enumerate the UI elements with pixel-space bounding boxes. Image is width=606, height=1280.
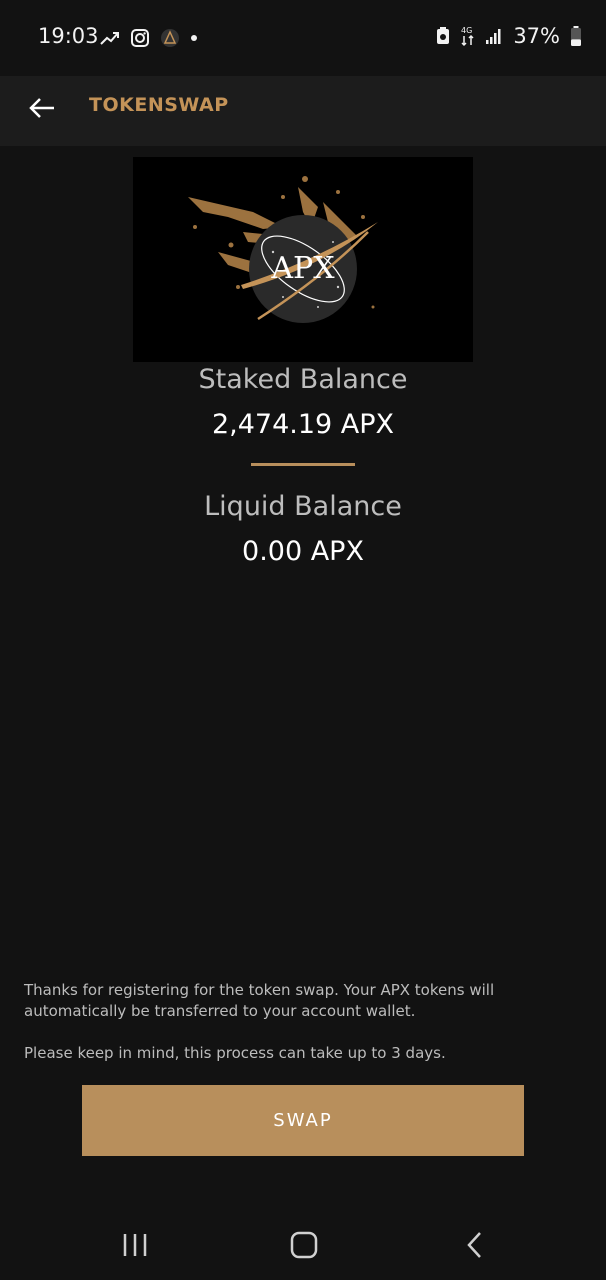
page-title: TOKENSWAP (89, 94, 229, 116)
home-icon (290, 1231, 318, 1259)
balance-divider (251, 463, 355, 466)
liquid-balance-label: Liquid Balance (204, 491, 402, 522)
recent-apps-icon (123, 1234, 147, 1256)
status-bar: 19:03 4G 37% (0, 0, 606, 76)
notice-registration-text: Thanks for registering for the token swa… (24, 981, 495, 1020)
notice-duration-text: Please keep in mind, this process can ta… (24, 1044, 446, 1062)
logo-splash-graphic (133, 176, 473, 362)
staked-balance-value: 2,474.19 APX (211, 409, 395, 440)
arrow-left-icon (29, 98, 54, 118)
signal-icon (486, 29, 501, 44)
status-right: 4G 37% (435, 24, 582, 48)
back-icon (467, 1232, 481, 1258)
dot-icon (191, 35, 197, 41)
apx-logo: APX (133, 157, 473, 362)
app-notification-icon (161, 29, 179, 47)
recent-apps-button[interactable] (110, 1220, 160, 1270)
status-time: 19:03 (38, 24, 99, 48)
battery-percent: 37% (513, 24, 560, 48)
system-back-button[interactable] (450, 1220, 500, 1270)
app-bar: TOKENSWAP (0, 76, 606, 146)
swap-notice: Thanks for registering for the token swa… (24, 980, 584, 1064)
system-nav-bar (0, 1200, 606, 1280)
battery-icon (571, 26, 581, 46)
back-button[interactable] (22, 88, 62, 128)
trending-icon (100, 32, 119, 45)
swap-button[interactable]: SWAP (82, 1085, 524, 1156)
staked-balance-label: Staked Balance (198, 364, 408, 395)
liquid-balance-value: 0.00 APX (242, 536, 364, 567)
home-button[interactable] (279, 1220, 329, 1270)
instagram-icon (131, 29, 149, 47)
status-left-icons (100, 28, 198, 48)
data-icon: 4G (461, 26, 474, 47)
svg-text:4G: 4G (461, 26, 472, 35)
saver-icon (437, 27, 450, 44)
